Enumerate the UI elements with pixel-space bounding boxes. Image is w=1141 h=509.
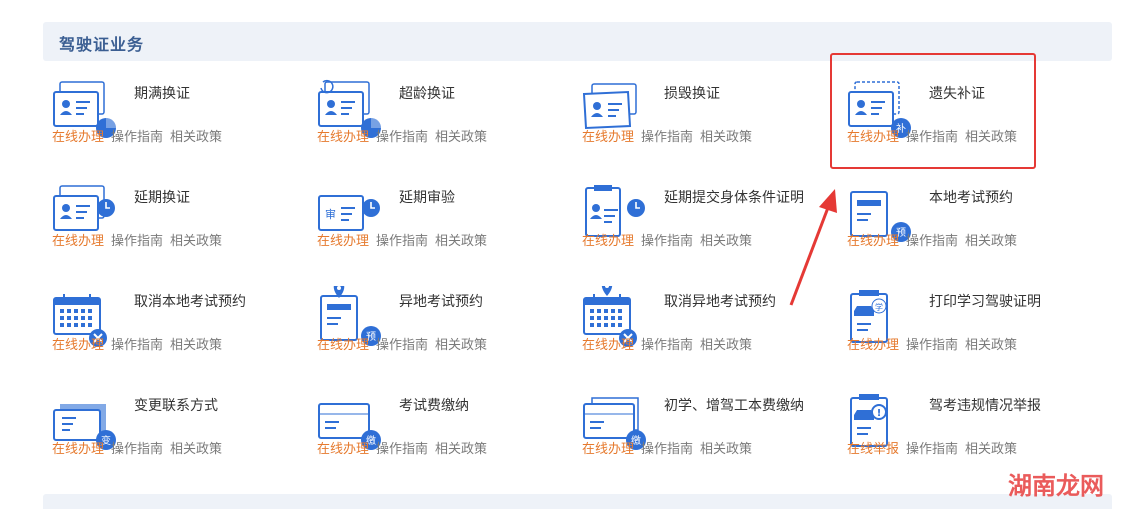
- guide-link[interactable]: 操作指南: [376, 442, 428, 457]
- page: 驾驶证业务 期满换证 在线办理 操作指南 相关政策 超龄换证 在线办理 操作指南 相关政策 损毁…: [0, 0, 1141, 509]
- service-title[interactable]: 期满换证: [134, 84, 304, 104]
- guide-link[interactable]: 操作指南: [111, 442, 163, 457]
- guide-link[interactable]: 操作指南: [111, 338, 163, 353]
- online-handle-link[interactable]: 在线办理: [317, 338, 369, 353]
- policy-link[interactable]: 相关政策: [170, 442, 222, 457]
- guide-link[interactable]: 操作指南: [376, 130, 428, 145]
- arrow-icon: [789, 189, 837, 306]
- service-title[interactable]: 考试费缴纳: [399, 396, 569, 416]
- guide-link[interactable]: 操作指南: [376, 338, 428, 353]
- online-handle-link[interactable]: 在线举报: [847, 442, 899, 457]
- online-handle-link[interactable]: 在线办理: [317, 442, 369, 457]
- guide-link[interactable]: 操作指南: [641, 130, 693, 145]
- service-title[interactable]: 延期审验: [399, 188, 569, 208]
- service-card[interactable]: 缴考试费缴纳 在线办理 操作指南 相关政策: [317, 390, 577, 486]
- service-title[interactable]: 驾考违规情况举报: [929, 396, 1099, 416]
- online-handle-link[interactable]: 在线办理: [317, 130, 369, 145]
- guide-link[interactable]: 操作指南: [906, 234, 958, 249]
- guide-link[interactable]: 操作指南: [641, 234, 693, 249]
- guide-link[interactable]: 操作指南: [111, 234, 163, 249]
- service-card[interactable]: 缴初学、增驾工本费缴纳 在线办理 操作指南 相关政策: [582, 390, 842, 486]
- service-card[interactable]: 超龄换证在线办理 操作指南 相关政策: [317, 78, 577, 174]
- service-title[interactable]: 初学、增驾工本费缴纳: [664, 396, 834, 416]
- service-title[interactable]: 变更联系方式: [134, 396, 304, 416]
- policy-link[interactable]: 相关政策: [965, 234, 1017, 249]
- service-card[interactable]: 预异地考试预约 在线办理 操作指南 相关政策: [317, 282, 577, 382]
- section-header-next: [43, 494, 1112, 509]
- policy-link[interactable]: 相关政策: [170, 234, 222, 249]
- service-title[interactable]: 取消本地考试预约: [134, 292, 304, 312]
- service-links: 在线办理 操作指南 相关政策: [317, 334, 494, 353]
- service-links: 在线办理 操作指南 相关政策: [582, 438, 759, 457]
- policy-link[interactable]: 相关政策: [965, 338, 1017, 353]
- service-links: 在线举报 操作指南 相关政策: [847, 438, 1024, 457]
- guide-link[interactable]: 操作指南: [906, 442, 958, 457]
- online-handle-link[interactable]: 在线办理: [52, 130, 104, 145]
- policy-link[interactable]: 相关政策: [700, 234, 752, 249]
- policy-link[interactable]: 相关政策: [435, 442, 487, 457]
- policy-link[interactable]: 相关政策: [700, 442, 752, 457]
- service-links: 在线办理 操作指南 相关政策: [52, 126, 229, 145]
- service-links: 在线办理 操作指南 相关政策: [847, 230, 1024, 249]
- online-handle-link[interactable]: 在线办理: [52, 338, 104, 353]
- policy-link[interactable]: 相关政策: [435, 338, 487, 353]
- service-links: 在线办理 操作指南 相关政策: [582, 126, 759, 145]
- service-card[interactable]: 审 延期审验在线办理 操作指南 相关政策: [317, 182, 577, 278]
- svg-text:审: 审: [325, 207, 336, 221]
- guide-link[interactable]: 操作指南: [111, 130, 163, 145]
- online-handle-link[interactable]: 在线办理: [52, 442, 104, 457]
- watermark-logo: 湖南龙网: [1008, 471, 1104, 500]
- policy-link[interactable]: 相关政策: [700, 130, 752, 145]
- policy-link[interactable]: 相关政策: [965, 442, 1017, 457]
- service-title[interactable]: 异地考试预约: [399, 292, 569, 312]
- service-card[interactable]: 取消本地考试预约在线办理 操作指南 相关政策: [52, 286, 312, 382]
- service-card[interactable]: 损毁换证在线办理 操作指南 相关政策: [582, 78, 842, 174]
- service-links: 在线办理 操作指南 相关政策: [847, 334, 1024, 353]
- service-title[interactable]: 损毁换证: [664, 84, 834, 104]
- online-handle-link[interactable]: 在线办理: [582, 442, 634, 457]
- guide-link[interactable]: 操作指南: [376, 234, 428, 249]
- online-handle-link[interactable]: 在线办理: [847, 234, 899, 249]
- online-handle-link[interactable]: 在线办理: [582, 234, 634, 249]
- policy-link[interactable]: 相关政策: [170, 338, 222, 353]
- guide-link[interactable]: 操作指南: [641, 442, 693, 457]
- service-links: 在线办理 操作指南 相关政策: [582, 230, 759, 249]
- online-handle-link[interactable]: 在线办理: [582, 338, 634, 353]
- service-card[interactable]: 期满换证在线办理 操作指南 相关政策: [52, 78, 312, 174]
- service-title[interactable]: 超龄换证: [399, 84, 569, 104]
- service-title[interactable]: 本地考试预约: [929, 188, 1099, 208]
- service-links: 在线办理 操作指南 相关政策: [52, 334, 229, 353]
- policy-link[interactable]: 相关政策: [435, 130, 487, 145]
- policy-link[interactable]: 相关政策: [700, 338, 752, 353]
- guide-link[interactable]: 操作指南: [906, 338, 958, 353]
- service-card[interactable]: 变变更联系方式 在线办理 操作指南 相关政策: [52, 390, 312, 486]
- online-handle-link[interactable]: 在线办理: [582, 130, 634, 145]
- service-title[interactable]: 打印学习驾驶证明: [929, 292, 1099, 312]
- service-card[interactable]: 延期换证在线办理 操作指南 相关政策: [52, 182, 312, 278]
- svg-text:学: 学: [875, 302, 883, 312]
- service-card[interactable]: 学 打印学习驾驶证明在线办理 操作指南 相关政策: [847, 286, 1107, 382]
- service-links: 在线办理 操作指南 相关政策: [52, 230, 229, 249]
- guide-link[interactable]: 操作指南: [641, 338, 693, 353]
- service-title[interactable]: 延期换证: [134, 188, 304, 208]
- online-handle-link[interactable]: 在线办理: [52, 234, 104, 249]
- service-links: 在线办理 操作指南 相关政策: [52, 438, 229, 457]
- service-links: 在线办理 操作指南 相关政策: [317, 230, 494, 249]
- online-handle-link[interactable]: 在线办理: [317, 234, 369, 249]
- policy-link[interactable]: 相关政策: [435, 234, 487, 249]
- service-links: 在线办理 操作指南 相关政策: [317, 438, 494, 457]
- service-links: 在线办理 操作指南 相关政策: [582, 334, 759, 353]
- service-card[interactable]: 预本地考试预约 在线办理 操作指南 相关政策: [847, 182, 1107, 278]
- highlight-box: [830, 53, 1036, 169]
- policy-link[interactable]: 相关政策: [170, 130, 222, 145]
- svg-text:!: !: [877, 408, 882, 419]
- service-links: 在线办理 操作指南 相关政策: [317, 126, 494, 145]
- online-handle-link[interactable]: 在线办理: [847, 338, 899, 353]
